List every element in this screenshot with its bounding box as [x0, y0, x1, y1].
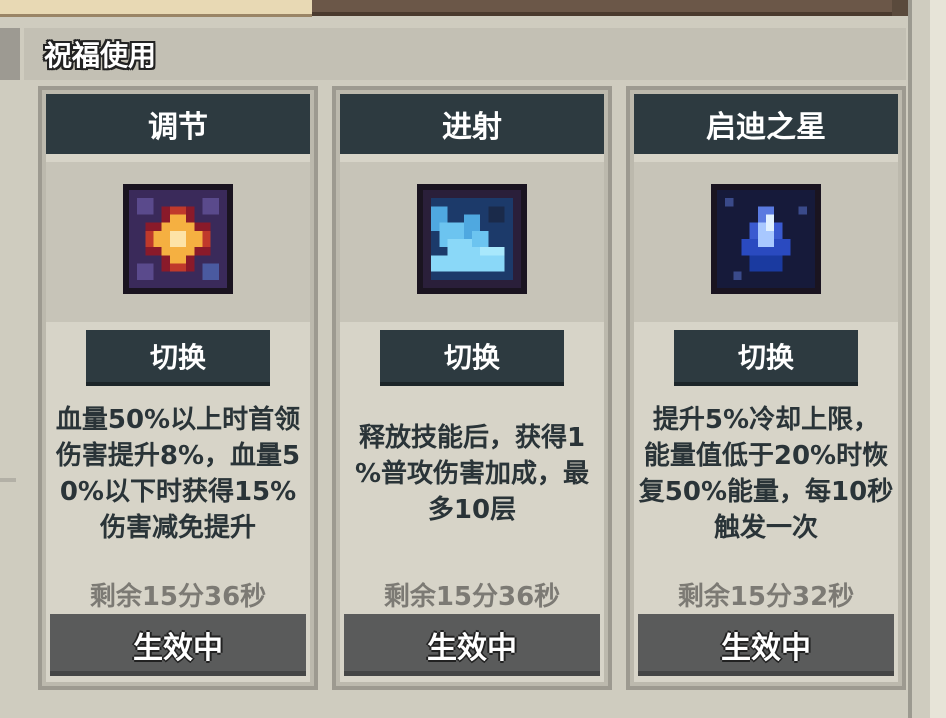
blessing-card: 启迪之星 切换 提升5%冷却上限， 能量值低于20%时恢 复50%能量，每10秒… [626, 86, 906, 690]
description-line: 复50%能量，每10秒 [638, 477, 894, 507]
star-burst-icon [123, 184, 233, 294]
icon-area [340, 162, 604, 322]
description-line: 多10层 [427, 495, 517, 525]
blessing-card: 进射 切换 释放技能后，获得1 %普攻伤害加成，最 多10层 剩余15分36秒 … [332, 86, 612, 690]
switch-button[interactable]: 切换 [380, 330, 564, 382]
description-line: 伤害减免提升 [99, 513, 256, 543]
icon-area [634, 162, 898, 322]
card-description: 血量50%以上时首领 伤害提升8%，血量5 0%以下时获得15% 伤害减免提升 [48, 402, 308, 546]
active-status-button[interactable]: 生效中 [50, 614, 306, 676]
description-line: %普攻伤害加成，最 [354, 459, 590, 489]
blue-crystal-icon [711, 184, 821, 294]
description-line: 伤害提升8%，血量5 [55, 441, 301, 471]
remaining-time: 剩余15分36秒 [383, 582, 561, 612]
section-header [24, 28, 906, 80]
description-line: 提升5%冷却上限， [652, 405, 880, 435]
right-frame-inner [930, 0, 946, 718]
ice-shard-icon [417, 184, 527, 294]
description-line: 血量50%以上时首领 [55, 405, 301, 435]
card-description: 提升5%冷却上限， 能量值低于20%时恢 复50%能量，每10秒 触发一次 [636, 402, 896, 546]
top-tab-bar [312, 0, 892, 16]
card-title: 调节 [46, 94, 310, 154]
description-line: 0%以下时获得15% [59, 477, 297, 507]
remaining-time: 剩余15分32秒 [677, 582, 855, 612]
remaining-time: 剩余15分36秒 [89, 582, 267, 612]
blessing-card: 调节 切换 血量50%以上时首领 伤害提升8%，血量5 0%以下时获得15% 伤… [38, 86, 318, 690]
description-line: 触发一次 [713, 513, 818, 543]
switch-button[interactable]: 切换 [86, 330, 270, 382]
section-title: 祝福使用 [44, 39, 157, 72]
top-tab[interactable] [0, 0, 312, 17]
description-line: 释放技能后，获得1 [358, 423, 586, 453]
left-strip [0, 28, 20, 80]
left-divider [0, 478, 16, 482]
description-line: 能量值低于20%时恢 [643, 441, 889, 471]
switch-button[interactable]: 切换 [674, 330, 858, 382]
card-title: 启迪之星 [634, 94, 898, 154]
card-title: 进射 [340, 94, 604, 154]
icon-area [46, 162, 310, 322]
active-status-button[interactable]: 生效中 [344, 614, 600, 676]
card-description: 释放技能后，获得1 %普攻伤害加成，最 多10层 [342, 420, 602, 528]
active-status-button[interactable]: 生效中 [638, 614, 894, 676]
